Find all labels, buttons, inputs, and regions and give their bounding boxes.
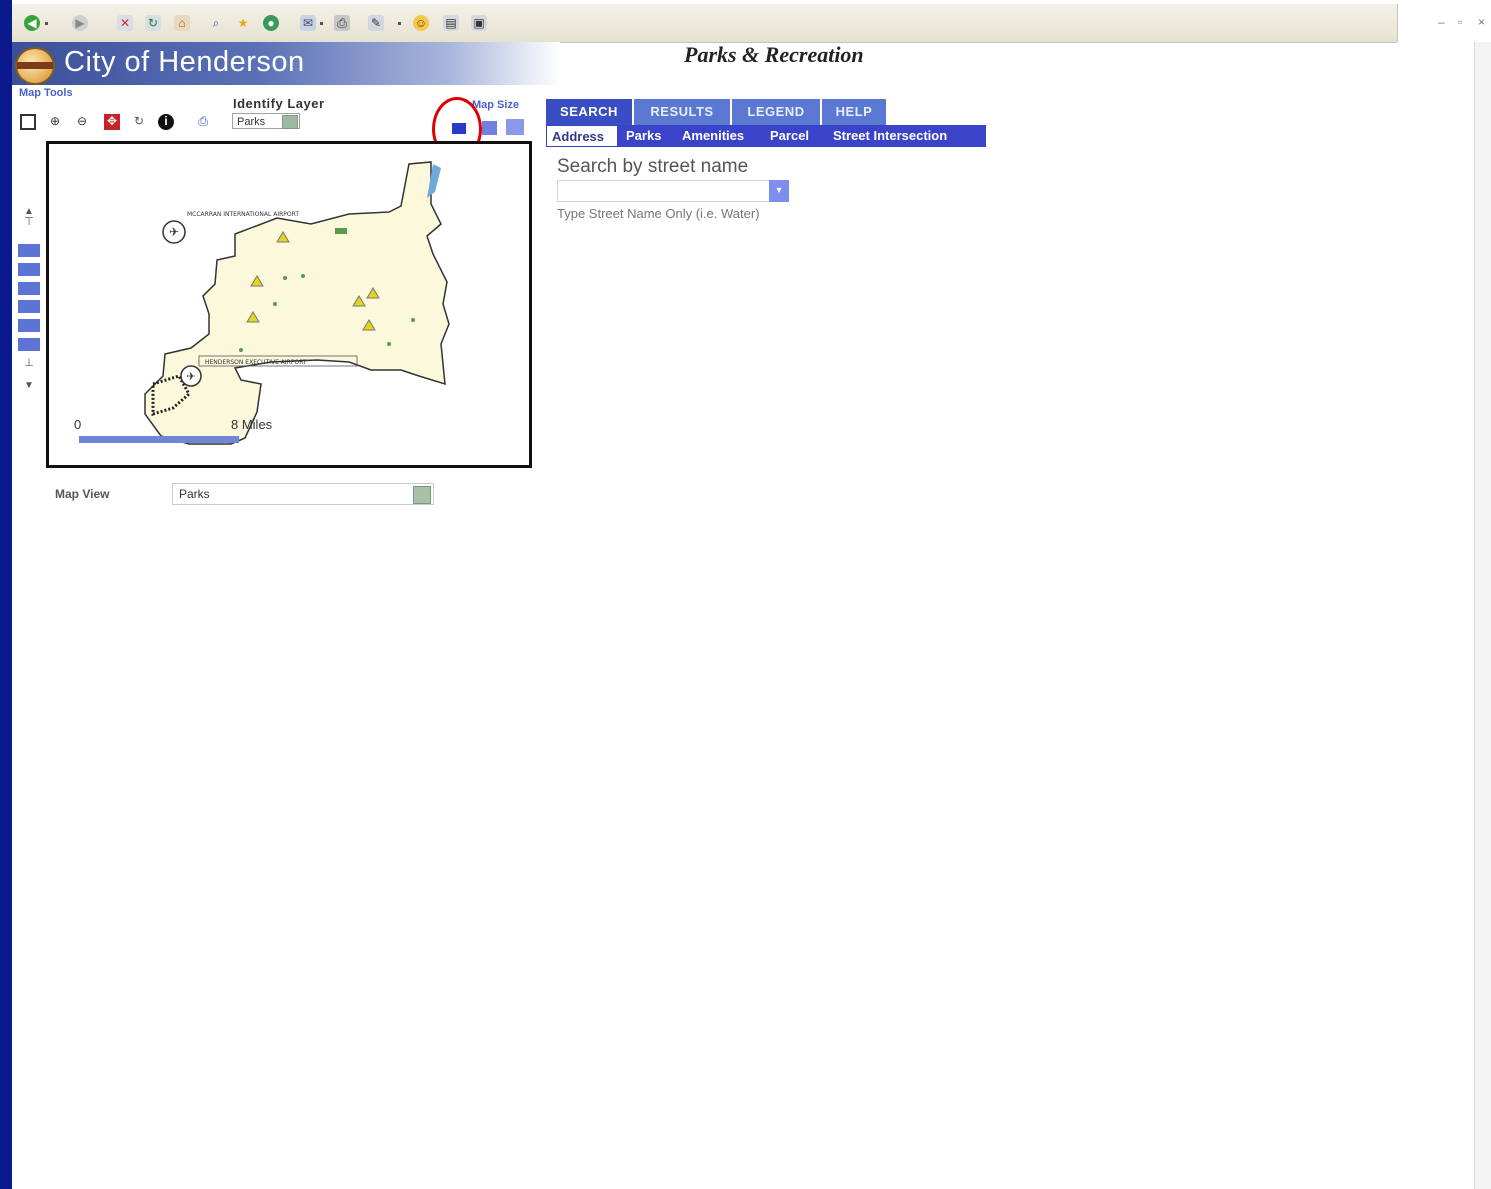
- map-view-label: Map View: [55, 487, 110, 501]
- svg-text:✈: ✈: [169, 225, 179, 239]
- park-dot-1: [283, 276, 287, 280]
- refresh-map-icon[interactable]: ↻: [131, 114, 147, 130]
- tab-help[interactable]: HELP: [822, 99, 888, 125]
- full-extent-icon[interactable]: [20, 114, 36, 130]
- browser-window-controls: – ▫ ×: [1397, 4, 1491, 42]
- back-dropdown-icon[interactable]: [45, 22, 48, 25]
- subtab-street-intersection[interactable]: Street Intersection: [833, 125, 947, 147]
- zoom-level-6[interactable]: [18, 338, 40, 351]
- map-view-select[interactable]: Parks: [172, 483, 434, 505]
- chevron-down-icon[interactable]: [413, 486, 431, 504]
- svg-text:✈: ✈: [186, 371, 195, 383]
- zoom-out-rail-icon[interactable]: ⊥: [18, 356, 40, 369]
- pan-south-icon[interactable]: ▼: [18, 380, 40, 391]
- search-icon[interactable]: ⌕: [208, 15, 224, 31]
- search-heading: Search by street name: [557, 156, 749, 177]
- scale-end: 8 Miles: [231, 417, 273, 432]
- zoom-out-icon[interactable]: ⊖: [74, 114, 90, 130]
- city-banner: City of Henderson: [12, 42, 560, 85]
- park-dot-2: [301, 274, 305, 278]
- map-panel[interactable]: ✈ ✈ MCCARRAN INTERNATIONAL AIRPORT HENDE…: [46, 141, 532, 468]
- home-icon[interactable]: ⌂: [174, 15, 190, 31]
- messenger-icon[interactable]: ☺: [413, 15, 429, 31]
- map-size-medium-button[interactable]: [482, 121, 497, 135]
- browser-toolbar: ◀ ▶ ✕ ↻ ⌂ ⌕ ★ ● ✉ ⎙ ✎ ☺ ▤ ▣: [12, 4, 1397, 43]
- airport-label: MCCARRAN INTERNATIONAL AIRPORT: [187, 211, 299, 218]
- close-icon[interactable]: ×: [1478, 15, 1485, 29]
- search-subtabs: Address Parks Amenities Parcel Street In…: [546, 125, 986, 147]
- zoom-in-rail-icon[interactable]: ⊤: [18, 215, 40, 228]
- browser-window: ◀ ▶ ✕ ↻ ⌂ ⌕ ★ ● ✉ ⎙ ✎ ☺ ▤ ▣ – ▫ × City o…: [12, 0, 1491, 1189]
- zoom-in-icon[interactable]: ⊕: [47, 114, 63, 130]
- forward-icon[interactable]: ▶: [72, 15, 88, 31]
- park-dot-5: [273, 302, 277, 306]
- street-name-input[interactable]: [557, 180, 789, 202]
- edit-dropdown-icon[interactable]: [398, 22, 401, 25]
- chevron-down-icon[interactable]: [282, 115, 298, 129]
- map-size-label: Map Size: [472, 99, 520, 111]
- tab-results[interactable]: RESULTS: [634, 99, 732, 125]
- page-title: Parks & Recreation: [684, 42, 864, 67]
- mail-icon[interactable]: ✉: [300, 15, 316, 31]
- subtab-parcel[interactable]: Parcel: [770, 125, 809, 147]
- scale-bar: [79, 436, 239, 443]
- park-area-1: [335, 228, 347, 234]
- history-icon[interactable]: ●: [263, 15, 279, 31]
- favorites-icon[interactable]: ★: [235, 15, 251, 31]
- refresh-icon[interactable]: ↻: [145, 15, 161, 31]
- zoom-level-1[interactable]: [18, 244, 40, 257]
- zoom-level-4[interactable]: [18, 300, 40, 313]
- map-view-value: Parks: [179, 487, 210, 501]
- mail-dropdown-icon[interactable]: [320, 22, 323, 25]
- back-icon[interactable]: ◀: [24, 15, 40, 31]
- city-name: City of Henderson: [64, 46, 305, 78]
- bookmark-icon[interactable]: ▣: [471, 15, 487, 31]
- minimize-icon[interactable]: –: [1438, 15, 1445, 29]
- tab-legend[interactable]: LEGEND: [732, 99, 822, 125]
- tab-search[interactable]: SEARCH: [546, 99, 634, 125]
- zoom-level-2[interactable]: [18, 263, 40, 276]
- identify-layer-label: Identify Layer: [233, 96, 325, 111]
- park-dot-4: [411, 318, 415, 322]
- print-icon[interactable]: ⎙: [334, 15, 350, 31]
- identify-icon[interactable]: i: [158, 114, 174, 130]
- map-size-large-button[interactable]: [506, 119, 524, 135]
- map-tools-label: Map Tools: [19, 87, 73, 99]
- maximize-icon[interactable]: ▫: [1458, 15, 1462, 29]
- city-boundary: [144, 161, 450, 445]
- chevron-down-icon[interactable]: ▾: [769, 180, 789, 202]
- park-dot-6: [239, 348, 243, 352]
- vertical-scrollbar[interactable]: [1474, 42, 1491, 1189]
- search-hint: Type Street Name Only (i.e. Water): [557, 206, 760, 221]
- subtab-parks[interactable]: Parks: [626, 125, 661, 147]
- subtab-amenities[interactable]: Amenities: [682, 125, 744, 147]
- pan-icon[interactable]: ✥: [104, 114, 120, 130]
- identify-layer-select[interactable]: Parks: [232, 113, 300, 129]
- park-dot-3: [387, 342, 391, 346]
- edit-icon[interactable]: ✎: [368, 15, 384, 31]
- identify-layer-value: Parks: [237, 116, 266, 128]
- zoom-level-3[interactable]: [18, 282, 40, 295]
- print-map-icon[interactable]: ⎙: [195, 114, 211, 130]
- stop-icon[interactable]: ✕: [117, 15, 133, 31]
- research-icon[interactable]: ▤: [443, 15, 459, 31]
- subtab-address[interactable]: Address: [546, 125, 618, 147]
- zoom-level-5[interactable]: [18, 319, 40, 332]
- city-map[interactable]: ✈ ✈ MCCARRAN INTERNATIONAL AIRPORT HENDE…: [49, 144, 529, 465]
- scale-start: 0: [74, 417, 81, 432]
- road-label: HENDERSON EXECUTIVE AIRPORT: [205, 359, 307, 366]
- city-seal-logo: [15, 47, 55, 85]
